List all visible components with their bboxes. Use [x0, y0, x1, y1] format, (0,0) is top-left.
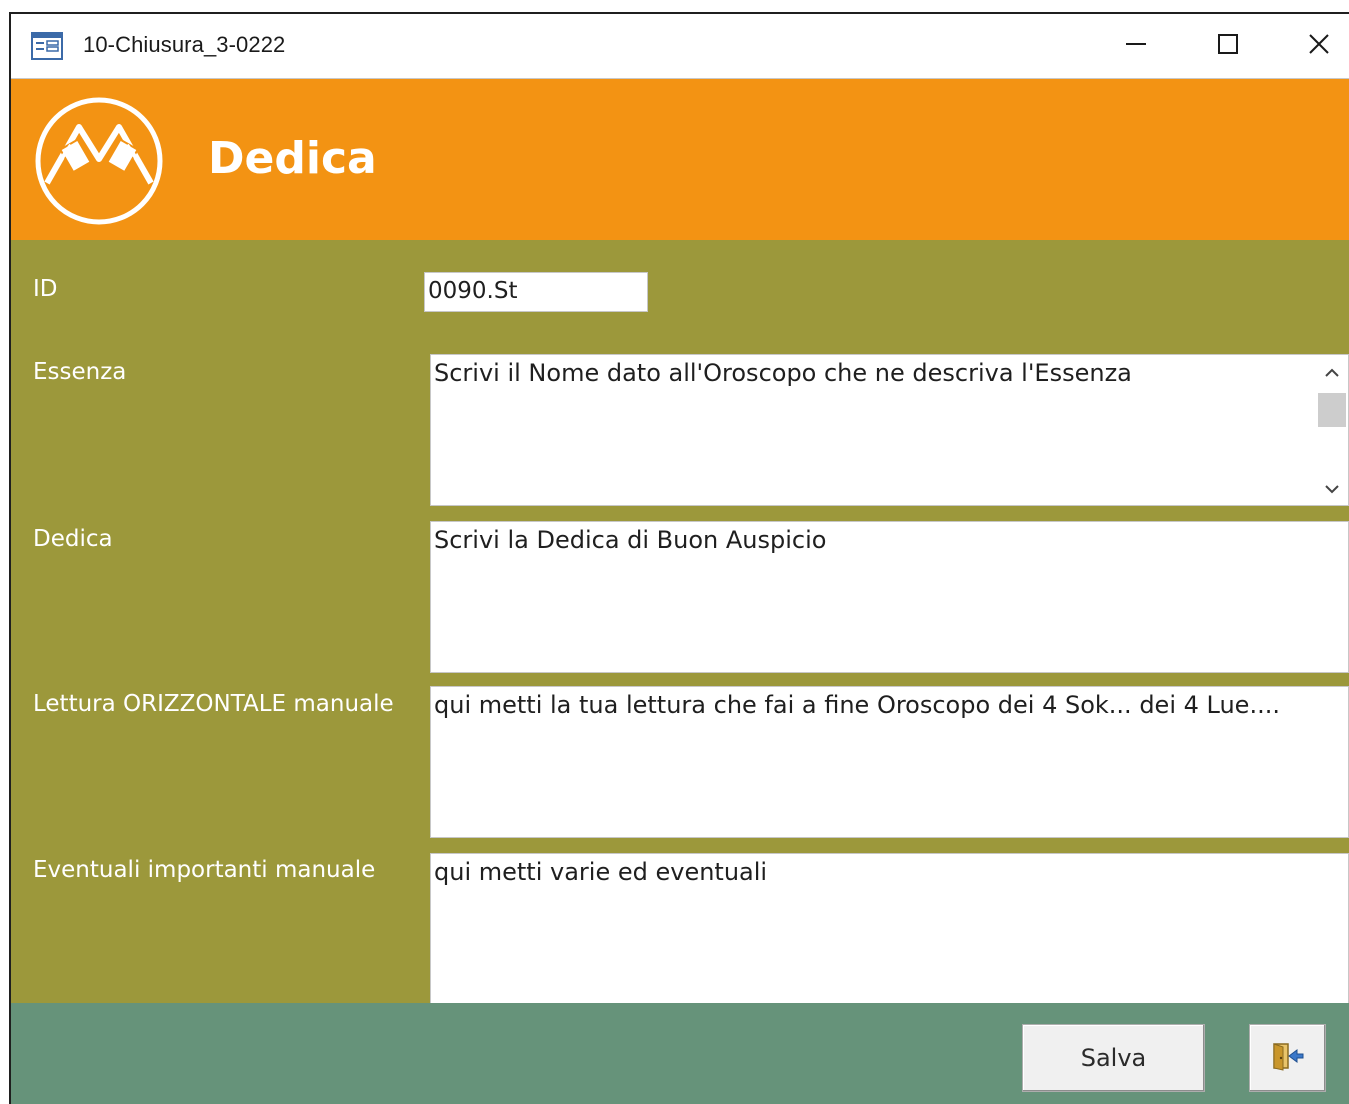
form-icon [31, 32, 63, 60]
eventuali-value: qui metti varie ed eventuali [434, 858, 768, 886]
dedica-value: Scrivi la Dedica di Buon Auspicio [434, 526, 827, 554]
dedica-field[interactable]: Scrivi la Dedica di Buon Auspicio [430, 521, 1349, 673]
id-label: ID [33, 276, 58, 302]
close-button[interactable] [1279, 14, 1349, 78]
eventuali-field[interactable]: qui metti varie ed eventuali [430, 853, 1349, 1005]
form-footer: Salva [11, 1003, 1349, 1104]
title-bar: 10-Chiusura_3-0222 [11, 14, 1349, 79]
essenza-field[interactable]: Scrivi il Nome dato all'Oroscopo che ne … [430, 354, 1349, 506]
save-button[interactable]: Salva [1022, 1024, 1205, 1092]
scroll-thumb[interactable] [1318, 393, 1346, 427]
form-detail: ID 0090.St Essenza Scrivi il Nome dato a… [11, 240, 1349, 1005]
close-icon [1308, 33, 1330, 59]
id-value: 0090.St [428, 278, 518, 304]
essenza-label: Essenza [33, 359, 127, 385]
exit-door-icon [1271, 1041, 1305, 1075]
dedica-label: Dedica [33, 526, 113, 552]
circle-logo [33, 95, 165, 227]
essenza-value: Scrivi il Nome dato all'Oroscopo che ne … [434, 359, 1132, 387]
chevron-down-icon[interactable] [1322, 477, 1342, 497]
eventuali-label: Eventuali importanti manuale [33, 857, 376, 883]
lettura-label: Lettura ORIZZONTALE manuale [33, 691, 394, 717]
id-field[interactable]: 0090.St [424, 272, 648, 312]
minimize-icon [1125, 33, 1147, 59]
window-title: 10-Chiusura_3-0222 [83, 32, 286, 57]
maximize-icon [1217, 33, 1239, 59]
chevron-up-icon[interactable] [1322, 361, 1342, 381]
lettura-field[interactable]: qui metti la tua lettura che fai a fine … [430, 686, 1349, 838]
lettura-value: qui metti la tua lettura che fai a fine … [434, 691, 1280, 719]
minimize-button[interactable] [1096, 14, 1176, 78]
form-header: Dedica [11, 79, 1349, 240]
essenza-scrollbar[interactable] [1316, 355, 1348, 505]
form-title: Dedica [208, 133, 377, 184]
exit-button[interactable] [1249, 1024, 1326, 1092]
maximize-button[interactable] [1188, 14, 1268, 78]
